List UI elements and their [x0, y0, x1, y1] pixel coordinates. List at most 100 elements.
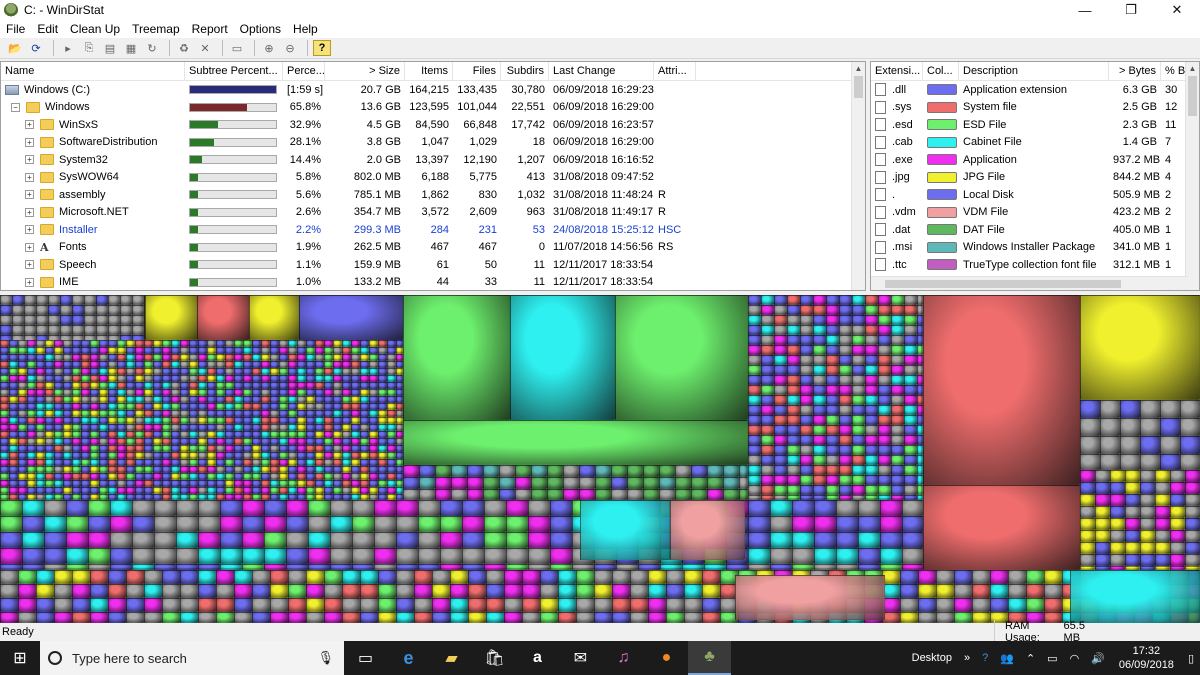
treemap-cell[interactable]: [54, 438, 63, 445]
treemap-cell[interactable]: [216, 445, 225, 452]
treemap-cell[interactable]: [27, 403, 36, 410]
treemap-cell[interactable]: [1026, 570, 1044, 584]
treemap-cell[interactable]: [684, 584, 702, 598]
treemap-cell[interactable]: [595, 465, 611, 477]
treemap-cell[interactable]: [800, 325, 813, 335]
treemap-cell[interactable]: [54, 347, 63, 354]
treemap-cell[interactable]: [18, 438, 27, 445]
treemap-cell[interactable]: [865, 455, 878, 465]
treemap-cell[interactable]: [0, 403, 9, 410]
treemap-cell[interactable]: [72, 431, 81, 438]
treemap-cell[interactable]: [450, 584, 468, 598]
treemap-cell[interactable]: [1155, 494, 1170, 506]
treemap-cell[interactable]: [198, 424, 207, 431]
treemap-cell[interactable]: [180, 375, 189, 382]
treemap-cell[interactable]: [396, 389, 403, 396]
treemap-cell[interactable]: [216, 598, 234, 612]
treemap-cell[interactable]: [378, 375, 387, 382]
treemap-cell[interactable]: [0, 354, 9, 361]
treemap-cell[interactable]: [36, 315, 48, 325]
treemap-cell[interactable]: [288, 459, 297, 466]
treemap-cell[interactable]: [306, 410, 315, 417]
treemap-cell[interactable]: [540, 584, 558, 598]
treemap-cell[interactable]: [0, 570, 18, 584]
treemap-cell[interactable]: [904, 465, 917, 475]
treemap-cell[interactable]: [207, 354, 216, 361]
treemap-cell[interactable]: [324, 368, 333, 375]
treemap-cell[interactable]: [252, 480, 261, 487]
treemap-cell[interactable]: [333, 487, 342, 494]
extension-row[interactable]: .dll Application extension 6.3 GB 30: [871, 81, 1199, 99]
treemap-cell[interactable]: [880, 548, 902, 564]
treemap-cell[interactable]: [594, 598, 612, 612]
treemap-cell[interactable]: [81, 417, 90, 424]
treemap-cell[interactable]: [435, 477, 451, 489]
treemap-cell[interactable]: [342, 417, 351, 424]
treemap-cell[interactable]: [243, 466, 252, 473]
treemap-cell[interactable]: [643, 489, 659, 500]
treemap-cell[interactable]: [387, 354, 396, 361]
treemap-cell[interactable]: [315, 389, 324, 396]
treemap-cell[interactable]: [12, 295, 24, 305]
treemap-cell[interactable]: [90, 417, 99, 424]
treemap-cell[interactable]: [90, 424, 99, 431]
treemap-cell[interactable]: [22, 548, 44, 564]
treemap-cell[interactable]: [510, 295, 615, 420]
treemap-cell[interactable]: [852, 425, 865, 435]
treemap-cell[interactable]: [360, 361, 369, 368]
treemap-cell[interactable]: [450, 612, 468, 623]
treemap-cell[interactable]: [360, 438, 369, 445]
treemap-cell[interactable]: [315, 403, 324, 410]
treemap-cell[interactable]: [171, 431, 180, 438]
treemap-cell[interactable]: [351, 431, 360, 438]
treemap-cell[interactable]: [839, 365, 852, 375]
treemap-cell[interactable]: [839, 435, 852, 445]
treemap-cell[interactable]: [261, 347, 270, 354]
treemap-cell[interactable]: [396, 487, 403, 494]
col-description[interactable]: Description: [959, 62, 1109, 80]
treemap-cell[interactable]: [81, 396, 90, 403]
extension-list-pane[interactable]: Extensi... Col... Description > Bytes % …: [870, 61, 1200, 291]
extension-row[interactable]: .cab Cabinet File 1.4 GB 7: [871, 134, 1199, 152]
treemap-cell[interactable]: [761, 315, 774, 325]
treemap-cell[interactable]: [27, 452, 36, 459]
treemap-cell[interactable]: [770, 516, 792, 532]
treemap-cell[interactable]: [387, 382, 396, 389]
treemap-cell[interactable]: [207, 403, 216, 410]
treemap-cell[interactable]: [787, 475, 800, 485]
refresh-all-icon[interactable]: ⟳: [27, 40, 45, 56]
treemap-cell[interactable]: [748, 415, 761, 425]
treemap-cell[interactable]: [306, 584, 324, 598]
treemap-cell[interactable]: [826, 345, 839, 355]
treemap-cell[interactable]: [396, 452, 403, 459]
treemap-cell[interactable]: [306, 354, 315, 361]
treemap-cell[interactable]: [279, 403, 288, 410]
task-view-icon[interactable]: ▭: [344, 641, 387, 675]
treemap-cell[interactable]: [108, 459, 117, 466]
treemap-cell[interactable]: [117, 445, 126, 452]
treemap-cell[interactable]: [88, 516, 110, 532]
treemap-cell[interactable]: [1044, 584, 1062, 598]
table-row[interactable]: + Speech 1.1% 159.9 MB 61 50 11 12/11/201…: [1, 256, 865, 274]
treemap-cell[interactable]: [324, 382, 333, 389]
treemap-cell[interactable]: [270, 487, 279, 494]
treemap-cell[interactable]: [891, 395, 904, 405]
treemap-cell[interactable]: [216, 375, 225, 382]
treemap-cell[interactable]: [748, 355, 761, 365]
treemap-cell[interactable]: [234, 410, 243, 417]
treemap-cell[interactable]: [225, 417, 234, 424]
treemap-cell[interactable]: [852, 365, 865, 375]
treemap-cell[interactable]: [324, 438, 333, 445]
treemap-cell[interactable]: [369, 347, 378, 354]
treemap-cell[interactable]: [9, 375, 18, 382]
treemap-cell[interactable]: [54, 431, 63, 438]
treemap-cell[interactable]: [1110, 506, 1125, 518]
treemap-cell[interactable]: [1110, 518, 1125, 530]
treemap-cell[interactable]: [162, 354, 171, 361]
treemap-cell[interactable]: [135, 431, 144, 438]
treemap-cell[interactable]: [288, 368, 297, 375]
treemap-cell[interactable]: [270, 368, 279, 375]
treemap-cell[interactable]: [852, 375, 865, 385]
treemap-cell[interactable]: [207, 445, 216, 452]
treemap-cell[interactable]: [306, 347, 315, 354]
